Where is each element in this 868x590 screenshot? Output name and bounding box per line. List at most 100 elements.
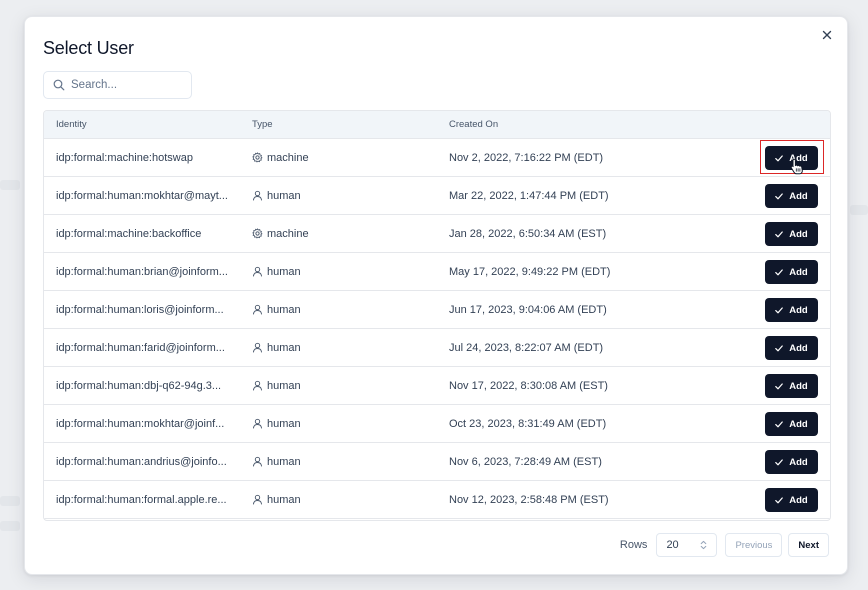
table-row: idp:formal:human:mokhtar@joinf... human Oc…	[44, 405, 830, 443]
add-button-label: Add	[789, 228, 808, 240]
type-label: human	[267, 341, 301, 354]
add-button-label: Add	[789, 152, 808, 164]
type-label: machine	[267, 227, 309, 240]
type-label: human	[267, 189, 301, 202]
user-icon	[253, 418, 262, 429]
type-label: human	[267, 379, 301, 392]
check-icon	[775, 458, 784, 465]
rows-per-page-value: 20	[666, 539, 679, 551]
column-header-identity: Identity	[56, 119, 87, 130]
type-cell: human	[252, 190, 301, 202]
gear-icon	[252, 228, 263, 239]
add-button-label: Add	[789, 380, 808, 392]
created-on-cell: Nov 12, 2023, 2:58:48 PM (EST)	[449, 493, 609, 506]
table-row: idp:formal:human:mokhtar@mayt... human Mar…	[44, 177, 830, 215]
identity-cell: idp:formal:machine:backoffice	[56, 227, 202, 240]
add-user-button[interactable]: Add	[765, 450, 818, 474]
dialog-title: Select User	[43, 38, 134, 58]
user-icon	[253, 456, 262, 467]
add-user-button[interactable]: Add	[765, 260, 818, 284]
created-on-cell: Jan 28, 2022, 6:50:34 AM (EST)	[449, 227, 607, 240]
check-icon	[775, 344, 784, 351]
check-icon	[775, 306, 784, 313]
type-cell: human	[252, 304, 301, 316]
table-row: idp:formal:human:andrius@joinfo... human N…	[44, 443, 830, 481]
check-icon	[775, 420, 784, 427]
check-icon	[775, 230, 784, 237]
table-header: Identity Type Created On	[44, 111, 830, 139]
pagination: Rows 20 Previous Next	[620, 533, 829, 557]
type-label: human	[267, 303, 301, 316]
type-cell: human	[252, 494, 301, 506]
user-icon	[253, 190, 262, 201]
add-button-label: Add	[789, 304, 808, 316]
add-button-label: Add	[789, 418, 808, 430]
identity-cell: idp:formal:human:formal.apple.re...	[56, 493, 227, 506]
type-cell: human	[252, 380, 301, 392]
column-header-created-on: Created On	[449, 119, 499, 130]
close-button[interactable]	[819, 27, 835, 43]
next-page-button[interactable]: Next	[788, 533, 829, 557]
user-icon	[253, 304, 262, 315]
add-button-label: Add	[789, 456, 808, 468]
check-icon	[775, 268, 784, 275]
select-user-dialog: Select User Identity Type Created On idp…	[24, 16, 848, 575]
user-icon	[253, 266, 262, 277]
check-icon	[775, 192, 784, 199]
type-label: human	[267, 493, 301, 506]
type-cell: machine	[252, 228, 309, 240]
add-user-button[interactable]: Add	[765, 298, 818, 322]
column-header-type: Type	[252, 119, 273, 130]
add-user-button[interactable]: Add	[765, 222, 818, 246]
backdrop-text	[850, 205, 868, 215]
rows-label: Rows	[619, 539, 648, 551]
identity-cell: idp:formal:human:farid@joinform...	[56, 341, 225, 354]
type-cell: human	[252, 418, 301, 430]
table-row: idp:formal:machine:hotswap machine Nov 2, …	[44, 139, 830, 177]
type-label: human	[267, 417, 301, 430]
chevron-up-down-icon	[701, 540, 707, 550]
user-icon	[253, 342, 262, 353]
add-button-label: Add	[789, 494, 808, 506]
add-user-button[interactable]: Add	[765, 374, 818, 398]
created-on-cell: Nov 17, 2022, 8:30:08 AM (EST)	[449, 379, 608, 392]
type-cell: human	[252, 266, 301, 278]
add-button-label: Add	[789, 190, 808, 202]
add-user-button[interactable]: Add	[765, 412, 818, 436]
backdrop-text	[0, 496, 20, 506]
add-user-button[interactable]: Add	[765, 184, 818, 208]
table-row: idp:formal:human:formal.apple.re... human…	[44, 481, 830, 519]
gear-icon	[252, 152, 263, 163]
add-button-label: Add	[789, 342, 808, 354]
add-user-button[interactable]: Add	[765, 488, 818, 512]
identity-cell: idp:formal:human:brian@joinform...	[56, 265, 228, 278]
search-box[interactable]	[43, 71, 192, 99]
search-input[interactable]	[71, 79, 181, 91]
created-on-cell: May 17, 2022, 9:49:22 PM (EDT)	[449, 265, 611, 278]
table-row: idp:formal:human:farid@joinform... human J…	[44, 329, 830, 367]
rows-per-page-select[interactable]: 20	[656, 533, 718, 557]
previous-page-button[interactable]: Previous	[725, 533, 783, 557]
check-icon	[775, 382, 784, 389]
table-row: idp:formal:human:dbj-q62-94g.3... human No…	[44, 367, 830, 405]
search-icon	[53, 79, 65, 91]
table-body: idp:formal:machine:hotswap machine Nov 2, …	[44, 139, 830, 519]
user-icon	[253, 380, 262, 391]
add-user-button[interactable]: Add	[765, 146, 818, 170]
identity-cell: idp:formal:human:dbj-q62-94g.3...	[56, 379, 222, 392]
identity-cell: idp:formal:machine:hotswap	[56, 151, 193, 164]
close-icon	[822, 30, 832, 40]
add-button-label: Add	[789, 266, 808, 278]
add-user-button[interactable]: Add	[765, 336, 818, 360]
backdrop-text	[0, 521, 20, 531]
table-row: idp:formal:human:brian@joinform... human M…	[44, 253, 830, 291]
type-cell: human	[252, 456, 301, 468]
type-label: human	[267, 455, 301, 468]
identity-cell: idp:formal:human:andrius@joinfo...	[56, 455, 227, 468]
identity-cell: idp:formal:human:mokhtar@mayt...	[56, 189, 228, 202]
created-on-cell: Jul 24, 2023, 8:22:07 AM (EDT)	[449, 341, 604, 354]
created-on-cell: Mar 22, 2022, 1:47:44 PM (EDT)	[449, 189, 609, 202]
created-on-cell: Jun 17, 2023, 9:04:06 AM (EDT)	[449, 303, 607, 316]
users-table: Identity Type Created On idp:formal:mach…	[43, 110, 831, 521]
identity-cell: idp:formal:human:loris@joinform...	[56, 303, 224, 316]
